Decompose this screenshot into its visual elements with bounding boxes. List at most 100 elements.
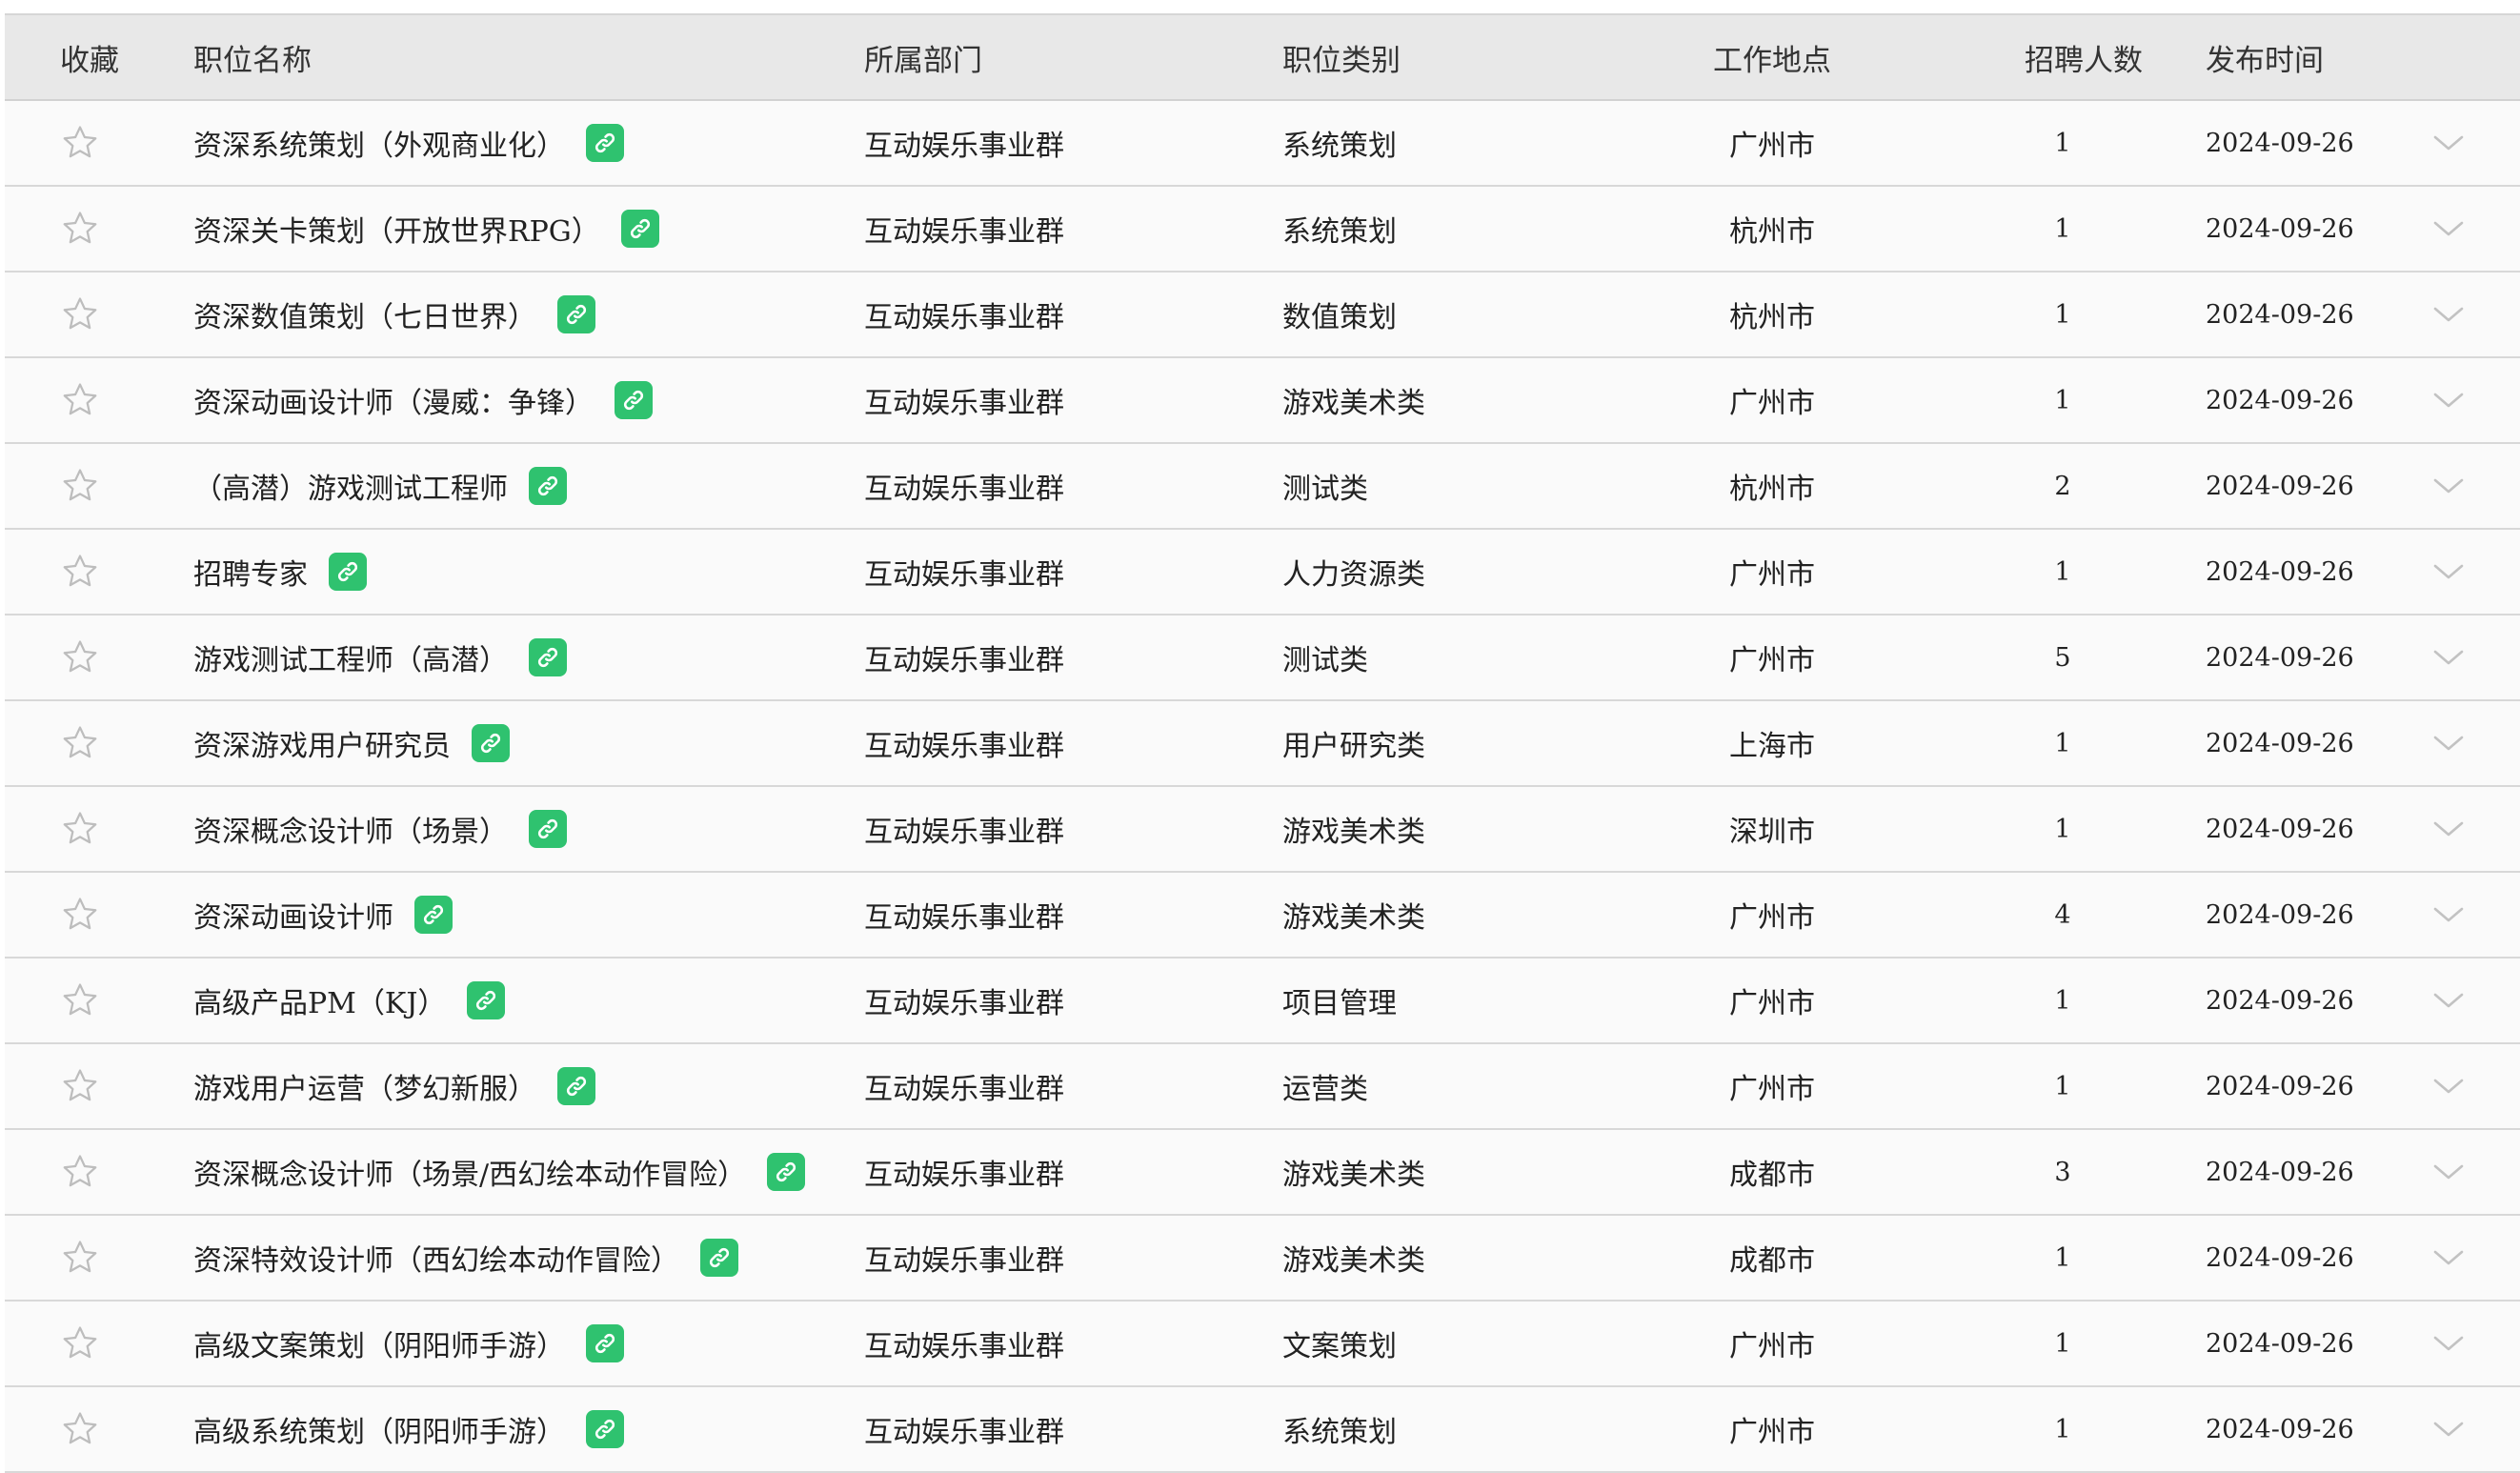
favorite-toggle[interactable] [60, 358, 100, 442]
link-icon[interactable] [767, 1153, 806, 1191]
table-row[interactable]: 高级产品PM（KJ） 互动娱乐事业群 项目管理 广州市 1 2024-09-26 [5, 958, 2520, 1044]
link-icon[interactable] [529, 810, 567, 848]
link-icon[interactable] [467, 981, 506, 1019]
expand-row-button[interactable] [2432, 358, 2465, 442]
favorite-toggle[interactable] [60, 1130, 100, 1214]
job-title-cell[interactable]: 高级产品PM（KJ） [193, 958, 506, 1042]
favorite-toggle[interactable] [60, 101, 100, 185]
chevron-down-icon[interactable] [2432, 991, 2465, 1010]
job-title[interactable]: 高级系统策划（阴阳师手游） [193, 1408, 565, 1450]
link-icon[interactable] [620, 210, 659, 248]
job-title-cell[interactable]: 资深关卡策划（开放世界RPG） [193, 187, 659, 271]
job-title[interactable]: 资深特效设计师（西幻绘本动作冒险） [193, 1237, 679, 1279]
expand-row-button[interactable] [2432, 1044, 2465, 1128]
favorite-toggle[interactable] [60, 444, 100, 528]
job-title[interactable]: 高级产品PM（KJ） [193, 979, 446, 1021]
expand-row-button[interactable] [2432, 272, 2465, 356]
star-outline-icon[interactable] [60, 1238, 100, 1278]
favorite-toggle[interactable] [60, 615, 100, 699]
chevron-down-icon[interactable] [2432, 133, 2465, 152]
chevron-down-icon[interactable] [2432, 1077, 2465, 1096]
link-icon[interactable] [557, 295, 595, 333]
job-title[interactable]: 游戏测试工程师（高潜） [193, 636, 508, 678]
expand-row-button[interactable] [2432, 1216, 2465, 1300]
favorite-toggle[interactable] [60, 272, 100, 356]
job-title-cell[interactable]: 游戏用户运营（梦幻新服） [193, 1044, 595, 1128]
link-icon[interactable] [700, 1239, 738, 1277]
star-outline-icon[interactable] [60, 466, 100, 506]
link-icon[interactable] [586, 124, 624, 162]
link-icon[interactable] [586, 1324, 624, 1362]
job-title[interactable]: 资深系统策划（外观商业化） [193, 122, 565, 164]
job-title-cell[interactable]: 资深系统策划（外观商业化） [193, 101, 624, 185]
job-title[interactable]: 游戏用户运营（梦幻新服） [193, 1065, 536, 1107]
favorite-toggle[interactable] [60, 187, 100, 271]
star-outline-icon[interactable] [60, 895, 100, 935]
chevron-down-icon[interactable] [2432, 648, 2465, 667]
expand-row-button[interactable] [2432, 615, 2465, 699]
expand-row-button[interactable] [2432, 873, 2465, 957]
job-title-cell[interactable]: 资深概念设计师（场景/西幻绘本动作冒险） [193, 1130, 806, 1214]
job-title-cell[interactable]: 资深游戏用户研究员 [193, 701, 510, 785]
star-outline-icon[interactable] [60, 809, 100, 849]
expand-row-button[interactable] [2432, 787, 2465, 871]
expand-row-button[interactable] [2432, 187, 2465, 271]
job-title[interactable]: 资深动画设计师（漫威：争锋） [193, 379, 594, 421]
expand-row-button[interactable] [2432, 444, 2465, 528]
job-title[interactable]: 招聘专家 [193, 551, 308, 593]
table-row[interactable]: 资深关卡策划（开放世界RPG） 互动娱乐事业群 系统策划 杭州市 1 2024-… [5, 187, 2520, 272]
table-row[interactable]: 资深动画设计师 互动娱乐事业群 游戏美术类 广州市 4 2024-09-26 [5, 873, 2520, 958]
table-row[interactable]: （高潜）游戏测试工程师 互动娱乐事业群 测试类 杭州市 2 2024-09-26 [5, 444, 2520, 530]
star-outline-icon[interactable] [60, 723, 100, 763]
job-title[interactable]: （高潜）游戏测试工程师 [193, 465, 508, 507]
link-icon[interactable] [329, 553, 367, 591]
job-title-cell[interactable]: 游戏测试工程师（高潜） [193, 615, 567, 699]
star-outline-icon[interactable] [60, 980, 100, 1020]
job-title[interactable]: 资深概念设计师（场景） [193, 808, 508, 850]
expand-row-button[interactable] [2432, 958, 2465, 1042]
job-title-cell[interactable]: （高潜）游戏测试工程师 [193, 444, 567, 528]
job-title[interactable]: 资深动画设计师 [193, 894, 393, 936]
job-title-cell[interactable]: 高级系统策划（阴阳师手游） [193, 1387, 624, 1471]
link-icon[interactable] [472, 724, 510, 762]
star-outline-icon[interactable] [60, 1409, 100, 1449]
chevron-down-icon[interactable] [2432, 391, 2465, 410]
star-outline-icon[interactable] [60, 552, 100, 592]
table-row[interactable]: 资深数值策划（七日世界） 互动娱乐事业群 数值策划 杭州市 1 2024-09-… [5, 272, 2520, 358]
link-icon[interactable] [615, 381, 653, 419]
favorite-toggle[interactable] [60, 530, 100, 614]
job-title[interactable]: 资深关卡策划（开放世界RPG） [193, 208, 600, 250]
link-icon[interactable] [557, 1067, 595, 1105]
table-row[interactable]: 资深概念设计师（场景） 互动娱乐事业群 游戏美术类 深圳市 1 2024-09-… [5, 787, 2520, 873]
chevron-down-icon[interactable] [2432, 1162, 2465, 1181]
table-row[interactable]: 资深特效设计师（西幻绘本动作冒险） 互动娱乐事业群 游戏美术类 成都市 1 20… [5, 1216, 2520, 1301]
favorite-toggle[interactable] [60, 1387, 100, 1471]
table-row[interactable]: 高级系统策划（阴阳师手游） 互动娱乐事业群 系统策划 广州市 1 2024-09… [5, 1387, 2520, 1473]
table-row[interactable]: 游戏测试工程师（高潜） 互动娱乐事业群 测试类 广州市 5 2024-09-26 [5, 615, 2520, 701]
table-row[interactable]: 高级文案策划（阴阳师手游） 互动娱乐事业群 文案策划 广州市 1 2024-09… [5, 1301, 2520, 1387]
chevron-down-icon[interactable] [2432, 305, 2465, 324]
star-outline-icon[interactable] [60, 380, 100, 420]
star-outline-icon[interactable] [60, 1323, 100, 1363]
expand-row-button[interactable] [2432, 101, 2465, 185]
table-row[interactable]: 资深系统策划（外观商业化） 互动娱乐事业群 系统策划 广州市 1 2024-09… [5, 101, 2520, 187]
star-outline-icon[interactable] [60, 209, 100, 249]
chevron-down-icon[interactable] [2432, 905, 2465, 924]
chevron-down-icon[interactable] [2432, 1334, 2465, 1353]
favorite-toggle[interactable] [60, 787, 100, 871]
table-row[interactable]: 资深游戏用户研究员 互动娱乐事业群 用户研究类 上海市 1 2024-09-26 [5, 701, 2520, 787]
table-row[interactable]: 资深概念设计师（场景/西幻绘本动作冒险） 互动娱乐事业群 游戏美术类 成都市 3… [5, 1130, 2520, 1216]
star-outline-icon[interactable] [60, 123, 100, 163]
job-title[interactable]: 资深概念设计师（场景/西幻绘本动作冒险） [193, 1151, 746, 1193]
star-outline-icon[interactable] [60, 637, 100, 677]
link-icon[interactable] [414, 896, 453, 934]
expand-row-button[interactable] [2432, 701, 2465, 785]
chevron-down-icon[interactable] [2432, 562, 2465, 581]
favorite-toggle[interactable] [60, 1044, 100, 1128]
link-icon[interactable] [586, 1410, 624, 1448]
favorite-toggle[interactable] [60, 873, 100, 957]
expand-row-button[interactable] [2432, 1130, 2465, 1214]
expand-row-button[interactable] [2432, 1387, 2465, 1471]
link-icon[interactable] [529, 638, 567, 676]
expand-row-button[interactable] [2432, 530, 2465, 614]
